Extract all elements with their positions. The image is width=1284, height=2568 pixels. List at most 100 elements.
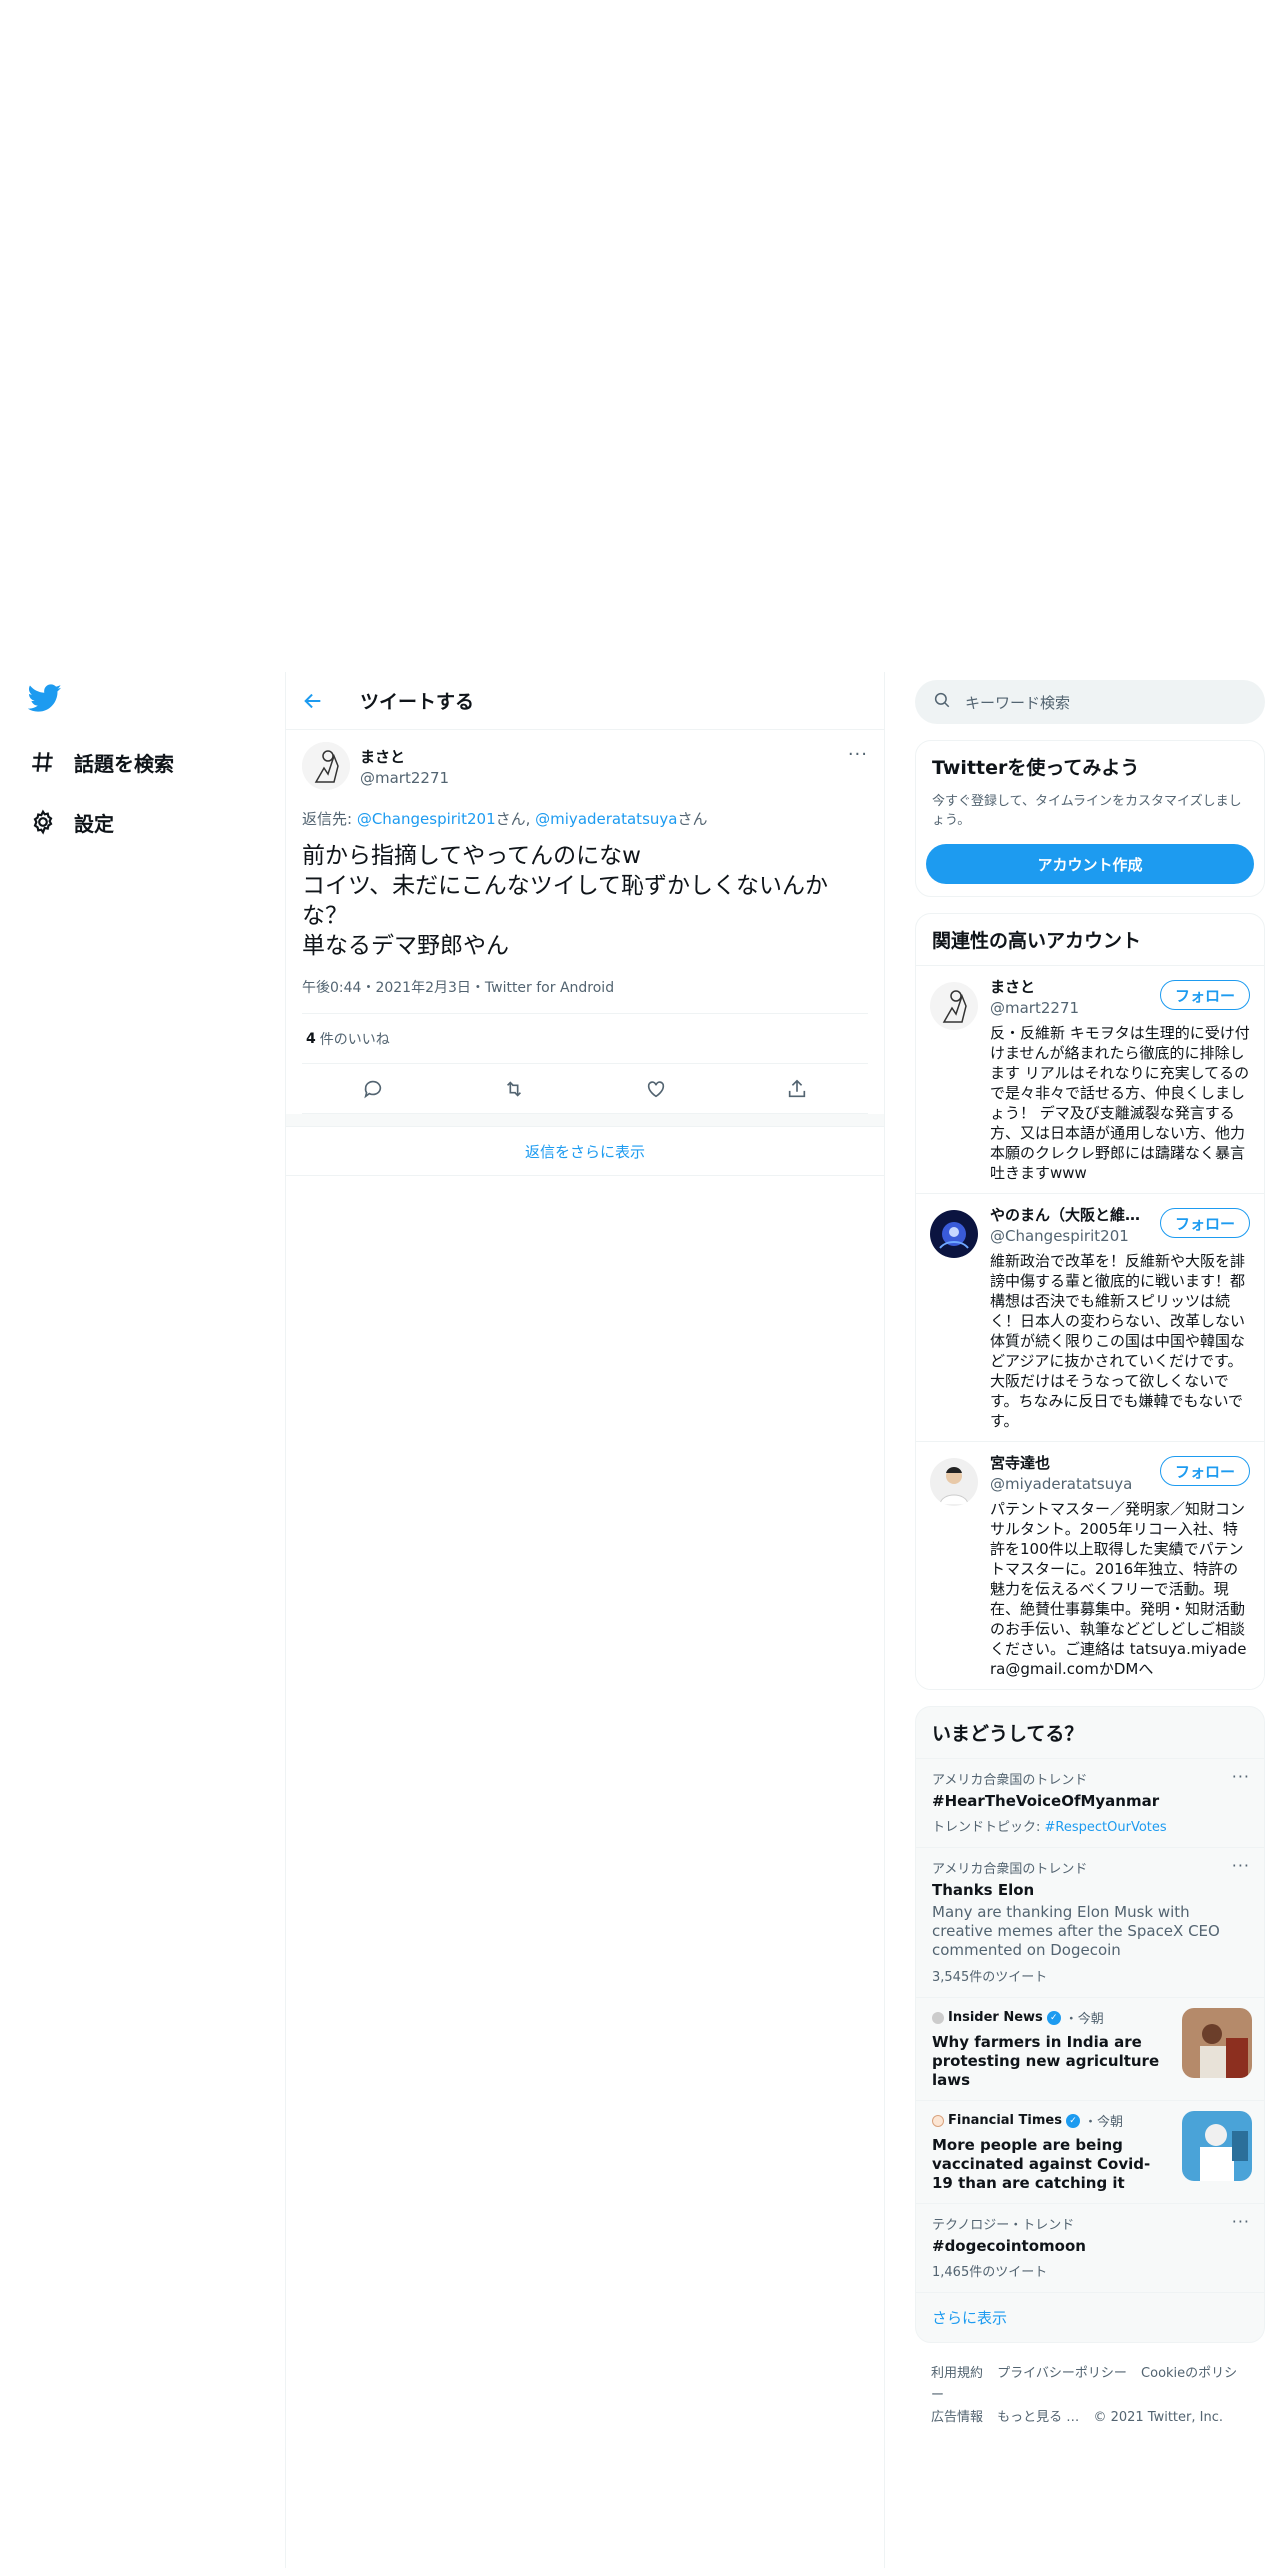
tweet: まさと @mart2271 ··· 返信先: @Changespirit201さ… xyxy=(286,730,884,1114)
nav-settings-label: 設定 xyxy=(74,811,114,836)
footer-copyright: © 2021 Twitter, Inc. xyxy=(1093,2410,1223,2425)
trend-title: #HearTheVoiceOfMyanmar xyxy=(932,1792,1160,1810)
avatar[interactable] xyxy=(302,742,350,790)
like-count: 4 xyxy=(306,1030,316,1047)
account-item[interactable]: やのまん（大阪と維… @Changespirit201 フォロー 維新政治で改革… xyxy=(916,1193,1264,1441)
more-icon[interactable]: ··· xyxy=(848,744,868,765)
tweet-text: 前から指摘してやってんのになw コイツ、未だにこんなツイして恥ずかしくないんかな… xyxy=(302,843,829,959)
reply-user-link-1[interactable]: @Changespirit201 xyxy=(357,810,496,828)
signup-title: Twitterを使ってみよう xyxy=(932,757,1140,779)
news-item[interactable]: Financial Times ✓ ・今朝 More people are be… xyxy=(916,2100,1264,2203)
reply-suffix-2: さん xyxy=(677,810,708,828)
page: 話題を検索 設定 ツイートする まさと @mart2271 ··· 返信先: @… xyxy=(0,0,1284,2568)
footer: 利用規約 プライバシーポリシー Cookieのポリシー 広告情報 もっと見る …… xyxy=(915,2343,1265,2449)
account-handle[interactable]: @miyaderatatsuya xyxy=(990,1475,1132,1493)
news-thumbnail[interactable] xyxy=(1182,2008,1252,2078)
trend-description: Many are thanking Elon Musk with creativ… xyxy=(932,1903,1220,1959)
trend-context: アメリカ合衆国のトレンド xyxy=(932,1773,1088,1788)
account-bio: 維新政治で改革を！反維新や大阪を誹謗中傷する輩と徹底的に戦います！都構想は否決で… xyxy=(990,1252,1246,1430)
news-headline: More people are being vaccinated against… xyxy=(932,2136,1151,2192)
follow-button[interactable]: フォロー xyxy=(1159,980,1250,1010)
tweet-author-row: まさと @mart2271 ··· xyxy=(302,742,868,792)
follow-button[interactable]: フォロー xyxy=(1159,1456,1250,1486)
more-icon[interactable]: ··· xyxy=(1232,1767,1250,1786)
hashtag-icon xyxy=(28,747,58,777)
retweet-icon[interactable] xyxy=(499,1074,529,1104)
trend-count: 1,465件のツイート xyxy=(932,2265,1048,2280)
like-label: 件のいいね xyxy=(319,1031,390,1048)
trend-item[interactable]: テクノロジー・トレンド #dogecointomoon 1,465件のツイート … xyxy=(916,2203,1264,2292)
reply-user-link-2[interactable]: @miyaderatatsuya xyxy=(535,810,677,828)
trend-count: 3,545件のツイート xyxy=(932,1970,1048,1985)
search-box[interactable]: キーワード検索 xyxy=(915,680,1265,724)
account-handle[interactable]: @mart2271 xyxy=(990,999,1079,1017)
more-icon[interactable]: ··· xyxy=(1232,2212,1250,2231)
news-thumbnail[interactable] xyxy=(1182,2111,1252,2181)
tweet-timestamp[interactable]: 午後0:44・2021年2月3日・Twitter for Android xyxy=(302,977,868,1014)
reply-to: 返信先: @Changespirit201さん, @miyaderatatsuy… xyxy=(302,808,868,829)
author-handle[interactable]: @mart2271 xyxy=(360,769,449,787)
reply-icon[interactable] xyxy=(358,1074,388,1104)
page-title: ツイートする xyxy=(360,691,475,713)
news-source: Insider News ✓ ・今朝 xyxy=(932,2008,1170,2027)
tweet-actions xyxy=(302,1064,868,1114)
account-name[interactable]: まさと xyxy=(990,976,1079,997)
trends-title: いまどうしてる？ xyxy=(932,1723,1084,1745)
news-source-logo-icon xyxy=(932,2011,944,2024)
trend-item[interactable]: アメリカ合衆国のトレンド Thanks Elon Many are thanki… xyxy=(916,1847,1264,1997)
verified-badge-icon: ✓ xyxy=(1065,2113,1080,2128)
trend-topic-link[interactable]: #RespectOurVotes xyxy=(1045,1820,1167,1835)
news-source-name: Financial Times xyxy=(948,2113,1062,2128)
back-arrow-icon[interactable] xyxy=(302,690,342,712)
show-more-trends-link[interactable]: さらに表示 xyxy=(916,2292,1264,2342)
nav-explore[interactable]: 話題を検索 xyxy=(28,742,174,782)
footer-more-link[interactable]: もっと見る … xyxy=(997,2410,1079,2425)
show-more-replies-button[interactable]: 返信をさらに表示 xyxy=(286,1126,884,1176)
trend-context: アメリカ合衆国のトレンド xyxy=(932,1862,1088,1877)
avatar[interactable] xyxy=(930,982,978,1030)
twitter-logo-icon[interactable] xyxy=(27,684,62,714)
search-icon xyxy=(933,691,951,713)
search-input[interactable]: キーワード検索 xyxy=(965,692,1070,713)
trend-item[interactable]: アメリカ合衆国のトレンド #HearTheVoiceOfMyanmar トレンド… xyxy=(916,1758,1264,1847)
share-icon[interactable] xyxy=(782,1074,812,1104)
like-icon[interactable] xyxy=(641,1074,671,1104)
reply-suffix-1: さん, xyxy=(495,810,536,828)
footer-ads-link[interactable]: 広告情報 xyxy=(931,2410,983,2425)
create-account-button[interactable]: アカウント作成 xyxy=(926,844,1254,884)
main-column: ツイートする まさと @mart2271 ··· 返信先: @Changespi… xyxy=(285,672,885,2568)
news-item[interactable]: Insider News ✓ ・今朝 Why farmers in India … xyxy=(916,1997,1264,2100)
account-item[interactable]: まさと @mart2271 フォロー 反・反維新 キモヲタは生理的に受け付けませ… xyxy=(916,965,1264,1193)
footer-terms-link[interactable]: 利用規約 xyxy=(931,2366,983,2381)
trend-context: テクノロジー・トレンド xyxy=(932,2218,1075,2233)
news-time: ・今朝 xyxy=(1083,2115,1123,2130)
reply-prefix: 返信先: xyxy=(302,810,357,828)
news-source: Financial Times ✓ ・今朝 xyxy=(932,2111,1170,2130)
account-name[interactable]: 宮寺達也 xyxy=(990,1452,1132,1473)
trend-title: #dogecointomoon xyxy=(932,2237,1086,2255)
trend-topic-prefix: トレンドトピック: xyxy=(932,1820,1045,1835)
avatar[interactable] xyxy=(930,1210,978,1258)
account-bio: パテントマスター／発明家／知財コンサルタント。2005年リコー入社、特許を100… xyxy=(990,1500,1247,1678)
trend-topic: トレンドトピック: #RespectOurVotes xyxy=(932,1816,1248,1835)
like-count-row[interactable]: 4 件のいいね xyxy=(302,1014,868,1064)
signup-subtitle: 今すぐ登録して、タイムラインをカスタマイズしましょう。 xyxy=(932,794,1242,828)
news-headline: Why farmers in India are protesting new … xyxy=(932,2033,1160,2089)
account-handle[interactable]: @Changespirit201 xyxy=(990,1227,1140,1245)
sidebar: キーワード検索 Twitterを使ってみよう 今すぐ登録して、タイムラインをカス… xyxy=(915,680,1265,2449)
account-item[interactable]: 宮寺達也 @miyaderatatsuya フォロー パテントマスター／発明家／… xyxy=(916,1441,1264,1689)
relevant-title: 関連性の高いアカウント xyxy=(932,930,1142,952)
more-icon[interactable]: ··· xyxy=(1232,1856,1250,1875)
relevant-accounts-card: 関連性の高いアカウント まさと @mart2271 フォロー 反・反維新 キモヲ… xyxy=(915,913,1265,1690)
follow-button[interactable]: フォロー xyxy=(1159,1208,1250,1238)
gear-icon xyxy=(28,807,58,837)
author-name[interactable]: まさと xyxy=(360,746,449,767)
news-source-logo-icon xyxy=(932,2114,944,2127)
signup-card: Twitterを使ってみよう 今すぐ登録して、タイムラインをカスタマイズしましょ… xyxy=(915,740,1265,897)
nav-settings[interactable]: 設定 xyxy=(28,802,114,842)
verified-badge-icon: ✓ xyxy=(1046,2010,1061,2025)
avatar[interactable] xyxy=(930,1458,978,1506)
news-time: ・今朝 xyxy=(1064,2012,1104,2027)
account-name[interactable]: やのまん（大阪と維… xyxy=(990,1204,1140,1225)
footer-privacy-link[interactable]: プライバシーポリシー xyxy=(997,2366,1127,2381)
